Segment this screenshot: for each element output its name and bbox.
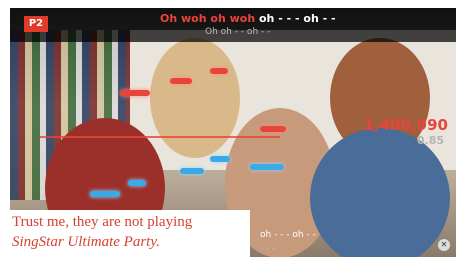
lyric-line-next: Oh oh - - oh - - bbox=[205, 27, 271, 37]
close-icon[interactable]: ✕ bbox=[438, 239, 450, 251]
lyric-line-current: Oh woh oh woh oh - - - oh - - bbox=[160, 12, 380, 25]
note-bar bbox=[128, 180, 146, 186]
note-bar bbox=[210, 68, 228, 74]
note-bar bbox=[170, 78, 192, 84]
person-blonde bbox=[150, 38, 240, 158]
bottom-lyric-line: oh - - - oh - - bbox=[260, 230, 316, 240]
caption-line-1: Trust me, they are not playing bbox=[12, 214, 193, 230]
score-main: 1,400,990 bbox=[363, 116, 448, 134]
note-bar bbox=[250, 164, 284, 170]
figure: P2 Oh woh oh woh oh - - - oh - - Oh oh -… bbox=[0, 0, 466, 257]
score-secondary: 0.85 bbox=[416, 134, 444, 147]
pitch-line bbox=[40, 136, 280, 138]
lyrics-bar: P2 Oh woh oh woh oh - - - oh - - Oh oh -… bbox=[10, 8, 456, 42]
note-bar bbox=[260, 126, 286, 132]
lyric-upcoming: oh - - - oh - - bbox=[255, 12, 336, 25]
player-badge: P2 bbox=[24, 16, 48, 32]
note-bar bbox=[180, 168, 204, 174]
bottom-lyric-line-next: - - - bbox=[260, 244, 276, 254]
note-bar bbox=[90, 191, 120, 197]
caption-line-2: SingStar Ultimate Party. bbox=[12, 234, 160, 250]
note-bar bbox=[120, 90, 150, 96]
note-bar bbox=[210, 156, 230, 162]
lyric-sung: Oh woh oh woh bbox=[160, 12, 256, 25]
person-right bbox=[310, 128, 450, 257]
